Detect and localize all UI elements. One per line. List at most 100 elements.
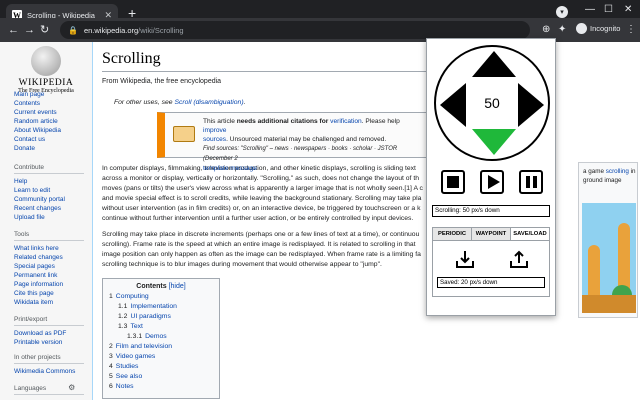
toc-label[interactable]: Film and television [116, 343, 172, 350]
forward-icon[interactable]: → [24, 23, 35, 37]
sidebar-item-tools-4[interactable]: Page information [14, 280, 84, 289]
sidebar-item-tools-3[interactable]: Permanent link [14, 271, 84, 280]
table-of-contents: Contents [hide] 1 Computing 1.1 Implementat… [102, 278, 220, 399]
toc-item[interactable]: 1 Computing [109, 292, 213, 302]
toc-item[interactable]: 1.2 UI paradigms [109, 312, 213, 322]
toc-hide-link[interactable]: [hide] [169, 283, 186, 290]
find-sources-links[interactable]: Find sources: "Scrolling" – news · newsp… [203, 146, 397, 162]
toc-label[interactable]: UI paradigms [130, 313, 170, 320]
incognito-icon [576, 23, 587, 34]
sidebar-item-main-2[interactable]: Current events [14, 108, 61, 117]
sidebar-item-tools-2[interactable]: Special pages [14, 262, 84, 271]
sidebar-item-print-1[interactable]: Printable version [14, 338, 84, 347]
toc-number: 1.1 [118, 303, 128, 310]
scroll-left-arrow-icon[interactable] [440, 83, 466, 127]
pause-button[interactable] [519, 170, 543, 194]
scroll-status: Scrolling: 50 px/s down [432, 205, 550, 217]
notice-unsourced: . Unsourced material may be challenged a… [226, 136, 387, 143]
toc-item[interactable]: 2 Film and television [109, 342, 213, 352]
incognito-indicator[interactable]: Incognito [576, 23, 620, 34]
article-content: Scrolling From Wikipedia, the free encyc… [92, 42, 640, 400]
sidebar-item-main-1[interactable]: Contents [14, 99, 61, 108]
close-window-icon[interactable]: ✕ [624, 4, 632, 15]
template-message-link[interactable]: template message [203, 165, 257, 172]
toc-item[interactable]: 4 Studies [109, 362, 213, 372]
thumbnail-caption: a game scrolling in ground image [583, 167, 637, 185]
wikipedia-logo[interactable]: WIKIPEDIA The Free Encyclopedia [14, 46, 78, 94]
sidebar-item-tools-6[interactable]: Wikidata item [14, 298, 84, 307]
toc-label[interactable]: Video games [116, 353, 156, 360]
sidebar-item-contribute-1[interactable]: Learn to edit [14, 186, 84, 195]
sidebar-item-main-0[interactable]: Main page [14, 90, 61, 99]
sidebar-item-tools-1[interactable]: Related changes [14, 253, 84, 262]
toc-label[interactable]: Computing [116, 293, 149, 300]
lock-icon[interactable]: 🔒 [68, 26, 78, 35]
logo-wordmark: WIKIPEDIA [18, 78, 74, 88]
download-icon[interactable] [455, 249, 475, 269]
sidebar-item-main-4[interactable]: About Wikipedia [14, 126, 61, 135]
nav-other-projects: In other projects Wikimedia Commons [14, 354, 84, 376]
minimize-icon[interactable]: — [585, 4, 595, 15]
notice-help: . Please help [361, 118, 400, 125]
tab-search-icon[interactable]: ▾ [556, 6, 568, 18]
popup-tabs: PERIODIC WAYPOINT SAVE/LOAD [432, 227, 550, 241]
citation-notice: This article needs additional citations … [157, 112, 427, 172]
toc-label[interactable]: Notes [116, 383, 134, 390]
toc-item[interactable]: 1.3 Text [109, 322, 213, 332]
toc-item[interactable]: 5 See also [109, 372, 213, 382]
play-icon [487, 175, 500, 189]
toc-number: 1.3.1 [127, 333, 143, 340]
maximize-icon[interactable]: ☐ [604, 4, 613, 15]
tab-waypoint[interactable]: WAYPOINT [472, 228, 511, 240]
gear-icon[interactable]: ⚙ [68, 383, 75, 392]
sidebar-item-contribute-0[interactable]: Help [14, 177, 84, 186]
sidebar-item-other-0[interactable]: Wikimedia Commons [14, 367, 84, 376]
sources-link[interactable]: sources [203, 136, 226, 143]
tools-heading: Tools [14, 231, 84, 241]
tab-save-load[interactable]: SAVE/LOAD [511, 228, 549, 240]
verification-link[interactable]: verification [330, 118, 362, 125]
nav-tools: Tools What links here Related changes Spec… [14, 231, 84, 307]
toc-item[interactable]: 1.1 Implementation [109, 302, 213, 312]
toc-label[interactable]: Implementation [130, 303, 176, 310]
sidebar-item-tools-5[interactable]: Cite this page [14, 289, 84, 298]
more-menu-icon[interactable]: ⋮ [626, 24, 636, 36]
scroll-right-arrow-icon[interactable] [518, 83, 544, 127]
sidebar-item-main-3[interactable]: Random article [14, 117, 61, 126]
tab-periodic[interactable]: PERIODIC [433, 228, 472, 240]
ground-shape [582, 295, 636, 313]
sidebar-item-print-0[interactable]: Download as PDF [14, 329, 84, 338]
upload-icon[interactable] [509, 249, 529, 269]
sidebar-item-contribute-3[interactable]: Recent changes [14, 204, 84, 213]
speed-value[interactable]: 50 [469, 85, 515, 121]
back-icon[interactable]: ← [8, 23, 19, 37]
sidebar-item-tools-0[interactable]: What links here [14, 244, 84, 253]
play-button[interactable] [480, 170, 504, 194]
paragraph-intro: In computer displays, filmmaking, televi… [102, 164, 432, 224]
toc-label[interactable]: See also [116, 373, 142, 380]
scroll-extension-icon[interactable]: ⊕ [542, 24, 550, 36]
toc-item[interactable]: 3 Video games [109, 352, 213, 362]
reload-icon[interactable]: ↻ [40, 23, 49, 37]
improve-link[interactable]: improve [203, 127, 226, 134]
scroll-down-arrow-icon[interactable] [472, 129, 516, 155]
languages-label: Languages [14, 385, 47, 392]
sidebar-item-main-6[interactable]: Donate [14, 144, 61, 153]
toc-label[interactable]: Studies [116, 363, 139, 370]
toc-label[interactable]: Text [130, 323, 142, 330]
sidebar-item-contribute-4[interactable]: Upload file [14, 213, 84, 222]
scroll-up-arrow-icon[interactable] [472, 51, 516, 77]
extensions-puzzle-icon[interactable]: ✦ [558, 24, 566, 36]
sidebar-item-contribute-2[interactable]: Community portal [14, 195, 84, 204]
address-bar[interactable]: 🔒 en.wikipedia.org/wiki/Scrolling [60, 21, 530, 39]
sidebar-item-main-5[interactable]: Contact us [14, 135, 61, 144]
toc-item[interactable]: 6 Notes [109, 382, 213, 392]
toc-label[interactable]: Demos [145, 333, 167, 340]
toc-item[interactable]: 1.3.1 Demos [109, 332, 213, 342]
disambiguation-link[interactable]: Scroll (disambiguation) [174, 99, 243, 106]
stop-button[interactable] [441, 170, 465, 194]
caption-link[interactable]: scrolling [606, 168, 629, 175]
languages-heading: Languages ⚙ [14, 383, 84, 395]
toc-number: 4 [109, 363, 113, 370]
game-screenshot-image[interactable] [582, 203, 636, 313]
